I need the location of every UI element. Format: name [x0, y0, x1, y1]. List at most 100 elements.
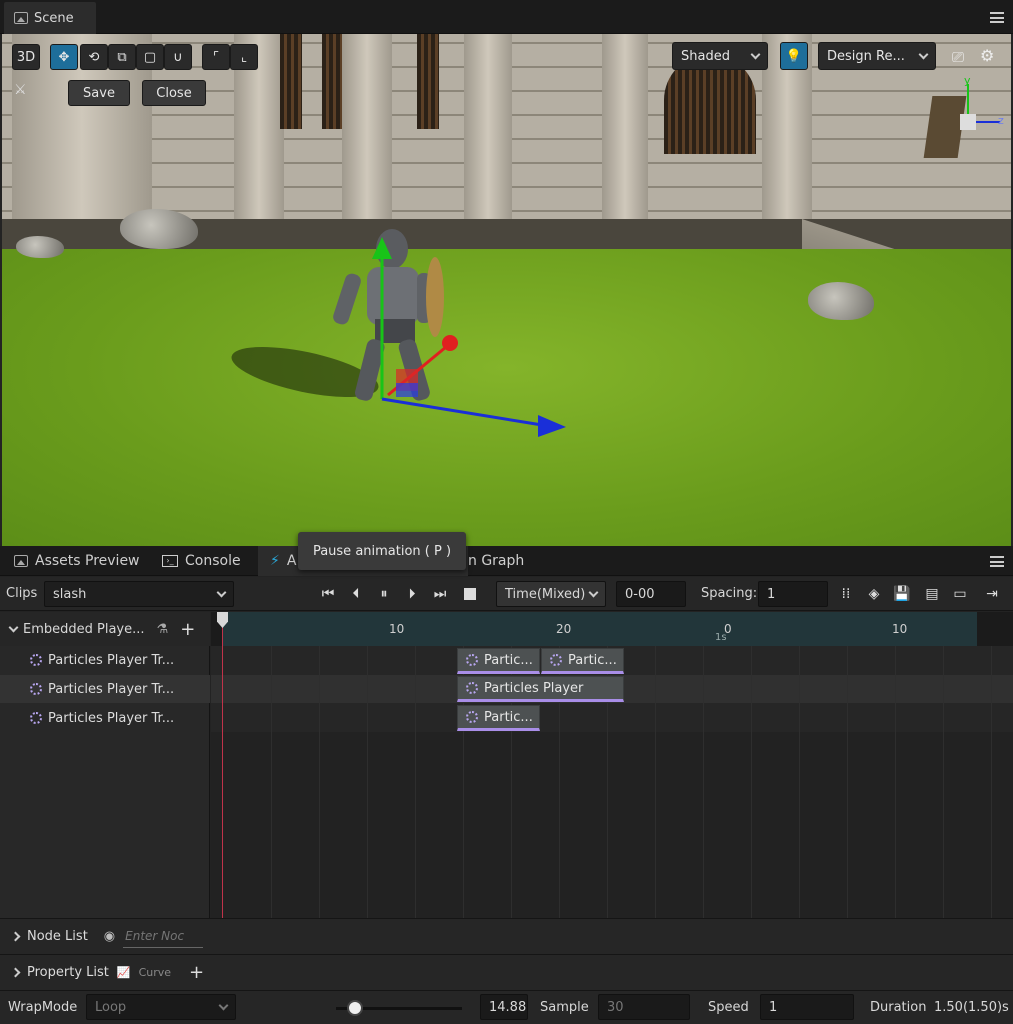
lighting-toggle[interactable]: 💡: [780, 42, 808, 70]
wall-window: [417, 34, 439, 129]
track-row[interactable]: Particles Player Tr...: [0, 704, 210, 732]
grid-button[interactable]: ⁞⁞: [836, 584, 856, 604]
node-list-section[interactable]: Node List ◉: [0, 918, 1013, 954]
shading-select[interactable]: Shaded: [672, 42, 768, 70]
panel-menu-icon[interactable]: [990, 556, 1004, 567]
chevron-down-icon: [216, 587, 227, 597]
timeline-row[interactable]: [211, 704, 1013, 732]
clip-label: Partic...: [568, 652, 617, 668]
tab-assets-preview[interactable]: Assets Preview: [14, 546, 140, 576]
rock: [120, 209, 198, 249]
wrapmode-select[interactable]: Loop: [86, 994, 236, 1020]
expand-icon: [8, 622, 19, 632]
add-track-button[interactable]: +: [180, 619, 195, 640]
pivot-icon: ⌜: [212, 49, 220, 65]
spacing-input[interactable]: 1: [758, 581, 828, 607]
animation-toolbar: Clips slash ⏮ ⏴ ⏸ ⏵ ⏭ Time(Mixed) 0-00 S…: [0, 577, 1013, 611]
rotate-tool-button[interactable]: ⟲: [80, 44, 108, 70]
node-list-label: Node List: [27, 929, 88, 944]
mode-3d-button[interactable]: 3D: [12, 44, 40, 70]
clip-select[interactable]: slash: [44, 581, 234, 607]
speed-slider-thumb[interactable]: [346, 1000, 363, 1016]
document-icon: ▭: [953, 586, 967, 602]
wall-window: [322, 34, 342, 129]
eye-icon[interactable]: ◉: [104, 929, 115, 944]
rect-tool-button[interactable]: ▢: [136, 44, 164, 70]
chevron-down-icon: [750, 49, 761, 59]
rotate-icon: ⟲: [88, 49, 100, 65]
frame-input[interactable]: 0-00: [616, 581, 686, 607]
chevron-down-icon: [918, 49, 929, 59]
resolution-select[interactable]: Design Re...: [818, 42, 936, 70]
slider-value-input[interactable]: 14.88: [480, 994, 528, 1020]
tab-animation-graph[interactable]: n Graph: [468, 546, 524, 576]
magnet-icon: ∪: [173, 49, 183, 65]
ruler-tick-label: 10: [892, 622, 908, 636]
speed-input[interactable]: 1: [760, 994, 854, 1020]
snap-tool-button[interactable]: ∪: [164, 44, 192, 70]
keyframe-button[interactable]: ◈: [864, 584, 884, 604]
track-row[interactable]: Particles Player Tr...: [0, 675, 210, 703]
transform-gizmo[interactable]: [362, 229, 582, 449]
pause-button[interactable]: ⏸: [374, 584, 394, 604]
jump-last-button[interactable]: ⏭: [430, 584, 450, 604]
wrapmode-value: Loop: [95, 999, 127, 1015]
rock: [808, 282, 874, 320]
curve-icon[interactable]: 📈: [117, 966, 131, 979]
wall-pillar: [464, 34, 512, 239]
close-button[interactable]: Close: [142, 80, 206, 106]
stop-button[interactable]: [460, 584, 480, 604]
wall-pillar: [602, 34, 648, 244]
particle-clip[interactable]: Particles Player: [457, 676, 624, 702]
document-button[interactable]: ▭: [950, 584, 970, 604]
jump-first-button[interactable]: ⏮: [318, 584, 338, 604]
track-group-label: Embedded Playe...: [23, 621, 145, 637]
events-button[interactable]: ▤: [922, 584, 942, 604]
add-property-button[interactable]: +: [189, 962, 204, 983]
flask-icon[interactable]: ⚗: [157, 622, 169, 637]
pivot-button[interactable]: ⌜: [202, 44, 230, 70]
terminal-icon: ›_: [162, 555, 178, 567]
tab-scene[interactable]: Scene: [4, 2, 96, 34]
chevron-down-icon: [218, 1000, 229, 1010]
orientation-gizmo[interactable]: y z: [923, 74, 1008, 160]
track-row[interactable]: Particles Player Tr...: [0, 646, 210, 674]
local-global-button[interactable]: ⌞: [230, 44, 258, 70]
particle-clip[interactable]: Partic...: [457, 648, 540, 674]
rock: [16, 236, 64, 258]
track-label: Particles Player Tr...: [48, 652, 175, 668]
particle-clip[interactable]: Partic...: [541, 648, 624, 674]
sample-input[interactable]: 30: [598, 994, 690, 1020]
tab-console[interactable]: ›_ Console: [162, 546, 241, 576]
node-search-input[interactable]: [123, 925, 204, 948]
playhead-line[interactable]: [222, 612, 223, 918]
shading-select-value: Shaded: [681, 48, 730, 64]
grid-dots-icon: ⁞⁞: [841, 586, 851, 602]
particle-icon: [30, 683, 42, 695]
events-icon: ▤: [925, 586, 939, 602]
particle-icon: [466, 654, 478, 666]
track-label: Particles Player Tr...: [48, 681, 175, 697]
particle-clip[interactable]: Partic...: [457, 705, 540, 731]
clip-label: Partic...: [484, 709, 533, 725]
scale-tool-button[interactable]: ⧉: [108, 44, 136, 70]
camera-icon[interactable]: ⎚: [952, 48, 964, 66]
exit-button[interactable]: ⇥: [982, 584, 1002, 604]
step-back-icon: ⏴: [352, 586, 360, 602]
prev-frame-button[interactable]: ⏴: [346, 584, 366, 604]
save-clip-button[interactable]: 💾: [892, 584, 912, 604]
track-list: Embedded Playe... ⚗ + Particles Player T…: [0, 612, 210, 918]
timeline[interactable]: 10 20 0 10 1s Partic... Partic... Partic…: [211, 612, 1013, 918]
move-tool-button[interactable]: ✥: [50, 44, 78, 70]
wall-pillar: [342, 34, 392, 234]
property-list-section[interactable]: Property List 📈 Curve +: [0, 954, 1013, 990]
save-button[interactable]: Save: [68, 80, 130, 106]
next-frame-button[interactable]: ⏵: [402, 584, 422, 604]
keyframe-icon: ◈: [868, 586, 880, 602]
scene-menu-icon[interactable]: [990, 12, 1004, 23]
track-group-embedded[interactable]: Embedded Playe... ⚗ +: [0, 612, 210, 646]
time-ruler[interactable]: 10 20 0 10 1s: [211, 612, 1013, 646]
gear-icon[interactable]: ⚙: [980, 46, 994, 65]
time-mode-select[interactable]: Time(Mixed): [496, 581, 606, 607]
scene-viewport[interactable]: 3D ✥ ⟲ ⧉ ▢ ∪ ⌜ ⌞ ⚔ Save Close Shaded 💡 D…: [2, 34, 1011, 546]
